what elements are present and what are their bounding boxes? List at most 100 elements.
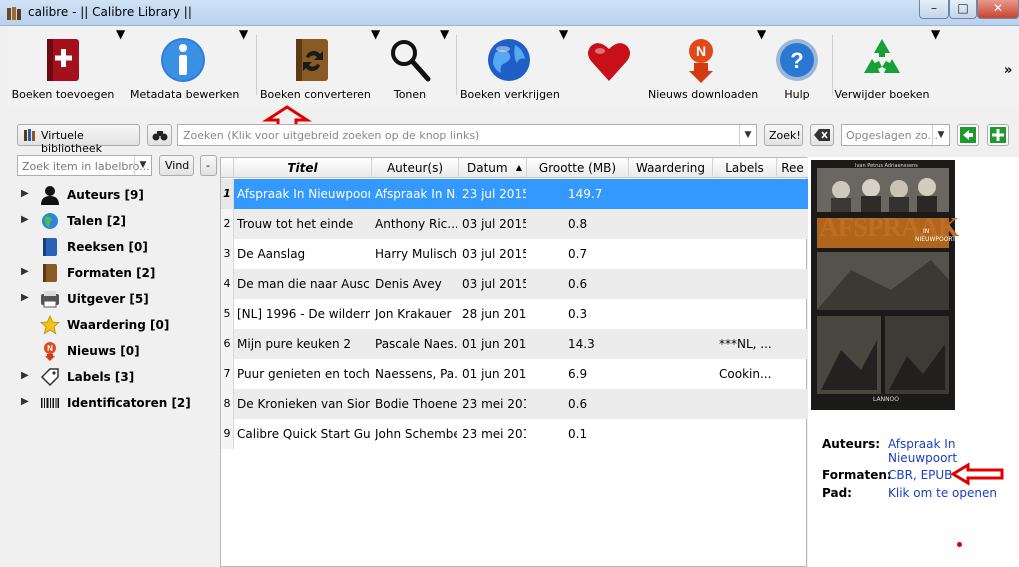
donate-button[interactable] — [578, 27, 640, 105]
remove-books-dropdown-arrow[interactable]: ▼ — [931, 27, 940, 105]
details-path-link[interactable]: Klik om te openen — [888, 486, 997, 500]
table-row[interactable]: 8 De Kronieken van Sion Bodie Thoene 23 mei… — [221, 389, 808, 419]
languages-icon — [42, 213, 58, 229]
edit-metadata-button[interactable]: Metadata bewerken — [130, 27, 239, 105]
table-row[interactable]: 4De man die naar Ausch... Denis Avey 03 ju… — [221, 269, 808, 299]
column-header-series[interactable]: Ree — [777, 158, 808, 178]
add-books-button[interactable]: Boeken toevoegen — [8, 27, 118, 105]
table-row[interactable]: 9Calibre Quick Start Guide John Schember 2… — [221, 419, 808, 449]
tree-item-rating[interactable]: Waardering [0] — [10, 314, 210, 338]
book-cover-art — [811, 160, 955, 410]
cell-date: 28 jun 2015 — [462, 307, 526, 321]
library-icon — [24, 129, 35, 141]
tree-item-identifiers[interactable]: ▶ Identificatoren [2] — [10, 392, 210, 416]
advanced-search-button[interactable] — [147, 124, 172, 146]
column-header-title[interactable]: Titel — [234, 158, 372, 178]
expand-arrow-icon[interactable]: ▶ — [21, 214, 29, 225]
user-icon — [41, 186, 59, 205]
details-authors-link[interactable]: Afspraak In Nieuwpoort — [888, 437, 998, 465]
column-header-date[interactable]: Datum ▲ — [459, 158, 527, 178]
tree-item-publisher[interactable]: ▶ Uitgever [5] — [10, 288, 210, 312]
table-row[interactable]: 6 Mijn pure keuken 2 Pascale Naes... 01 jun… — [221, 329, 808, 359]
tag-browser-find-dropdown[interactable]: ▼ — [134, 156, 151, 175]
search-go-button[interactable]: Zoek! — [764, 124, 803, 146]
cell-labels — [719, 419, 775, 449]
tree-item-labels[interactable]: ▶ Labels [3] — [10, 366, 210, 390]
add-saved-search-button[interactable] — [987, 124, 1009, 146]
details-formats-links[interactable]: CBR, EPUB — [888, 468, 952, 482]
table-row[interactable]: 7Puur genieten en toch ... Naessens, Pa..… — [221, 359, 808, 389]
svg-text:N: N — [696, 43, 706, 59]
table-header: Titel Auteur(s) Datum ▲ Grootte (MB) Waa… — [221, 158, 808, 178]
cell-labels — [719, 389, 775, 419]
fetch-news-dropdown-arrow[interactable]: ▼ — [757, 27, 766, 105]
table-row[interactable]: 1Afspraak In Nieuwpoor... Afspraak In N..… — [221, 179, 808, 209]
search-input[interactable]: Zoeken (Klik voor uitgebreid zoeken op d… — [177, 124, 757, 146]
cell-title: De Kronieken van Sion — [237, 397, 370, 411]
add-books-dropdown-arrow[interactable]: ▼ — [116, 27, 125, 105]
minimize-button[interactable]: – — [919, 0, 949, 19]
column-header-size[interactable]: Grootte (MB) — [527, 158, 629, 178]
close-button[interactable]: ✕ — [977, 0, 1019, 19]
tree-item-series[interactable]: Reeksen [0] — [10, 236, 210, 260]
table-row[interactable]: 2 Trouw tot het einde Anthony Ric... 03 jul… — [221, 209, 808, 239]
cell-author: Harry Mulisch — [375, 247, 457, 261]
remove-books-button[interactable]: Verwijder boeken — [834, 27, 930, 105]
tag-icon — [40, 368, 59, 387]
column-header-labels[interactable]: Labels — [713, 158, 777, 178]
saved-searches-dropdown-arrow[interactable]: ▼ — [932, 125, 949, 145]
series-icon — [43, 238, 57, 256]
fetch-news-button[interactable]: N Nieuws downloaden — [648, 27, 758, 105]
toolbar-separator — [832, 35, 833, 95]
cell-labels: Cookin... — [719, 367, 772, 381]
column-header-authors[interactable]: Auteur(s) — [372, 158, 459, 178]
tag-browser-find-button[interactable]: Vind — [159, 155, 194, 176]
expand-arrow-icon[interactable]: ▶ — [21, 396, 29, 407]
expand-arrow-icon[interactable]: ▶ — [21, 188, 29, 199]
expand-arrow-icon[interactable]: ▶ — [21, 370, 29, 381]
cell-title: Trouw tot het einde — [237, 217, 354, 231]
view-button[interactable]: Tonen — [382, 27, 438, 105]
book-cover[interactable]: Ivan Petrus Adriaenssens AFSPRAAK IN NIE… — [811, 160, 959, 410]
add-book-icon — [47, 39, 79, 81]
column-header-rating[interactable]: Waardering — [629, 158, 713, 178]
saved-searches-combo[interactable]: Opgeslagen zo... ▼ — [841, 124, 950, 146]
tree-item-languages[interactable]: ▶ Talen [2] — [10, 210, 210, 234]
help-button[interactable]: ? Hulp — [768, 27, 826, 105]
cell-labels — [719, 209, 775, 239]
save-search-button[interactable] — [957, 124, 979, 146]
svg-text:?: ? — [790, 48, 803, 73]
get-books-button[interactable]: Boeken verkrijgen — [460, 27, 560, 105]
search-history-dropdown[interactable]: ▼ — [739, 125, 756, 145]
cell-author: Naessens, Pa... — [375, 367, 457, 381]
tag-browser-collapse-button[interactable]: - — [200, 155, 217, 176]
table-row[interactable]: 5[NL] 1996 - De wilderni... Jon Krakauer 2… — [221, 299, 808, 329]
row-number: 2 — [221, 209, 234, 239]
view-dropdown-arrow[interactable]: ▼ — [440, 27, 449, 105]
toolbar-overflow-button[interactable]: » — [1004, 63, 1012, 78]
cell-size: 14.3 — [568, 337, 595, 351]
get-books-dropdown-arrow[interactable]: ▼ — [559, 27, 568, 105]
tree-item-authors[interactable]: ▶ Auteurs [9] — [10, 184, 210, 208]
cell-title: De Aanslag — [237, 247, 306, 261]
book-details-panel: Ivan Petrus Adriaenssens AFSPRAAK IN NIE… — [808, 157, 1019, 567]
cell-date: 01 jun 2015 — [462, 337, 526, 351]
maximize-button[interactable]: □ — [949, 0, 977, 19]
row-number: 1 — [221, 179, 234, 209]
title-bar: calibre - || Calibre Library || – □ ✕ — [0, 0, 1019, 26]
expand-arrow-icon[interactable]: ▶ — [21, 292, 29, 303]
tree-item-formats[interactable]: ▶ Formaten [2] — [10, 262, 210, 286]
tree-item-news[interactable]: N Nieuws [0] — [10, 340, 210, 364]
expand-arrow-icon[interactable]: ▶ — [21, 266, 29, 277]
tag-browser-find-input[interactable]: Zoek item in labelbro... ▼ — [17, 155, 152, 176]
book-list-table: Titel Auteur(s) Datum ▲ Grootte (MB) Waa… — [220, 157, 808, 567]
convert-books-button[interactable]: Boeken converteren — [260, 27, 371, 105]
virtual-library-button[interactable]: Virtuele bibliotheek — [17, 124, 140, 155]
clear-search-button[interactable] — [810, 124, 834, 146]
cell-author: Jon Krakauer — [375, 307, 452, 321]
convert-books-dropdown-arrow[interactable]: ▼ — [371, 27, 380, 105]
table-row[interactable]: 3 De Aanslag Harry Mulisch 03 jul 2015 0.7 — [221, 239, 808, 269]
edit-metadata-dropdown-arrow[interactable]: ▼ — [239, 27, 248, 105]
cell-author: Pascale Naes... — [375, 337, 457, 351]
cell-date: 01 jun 2015 — [462, 367, 526, 381]
